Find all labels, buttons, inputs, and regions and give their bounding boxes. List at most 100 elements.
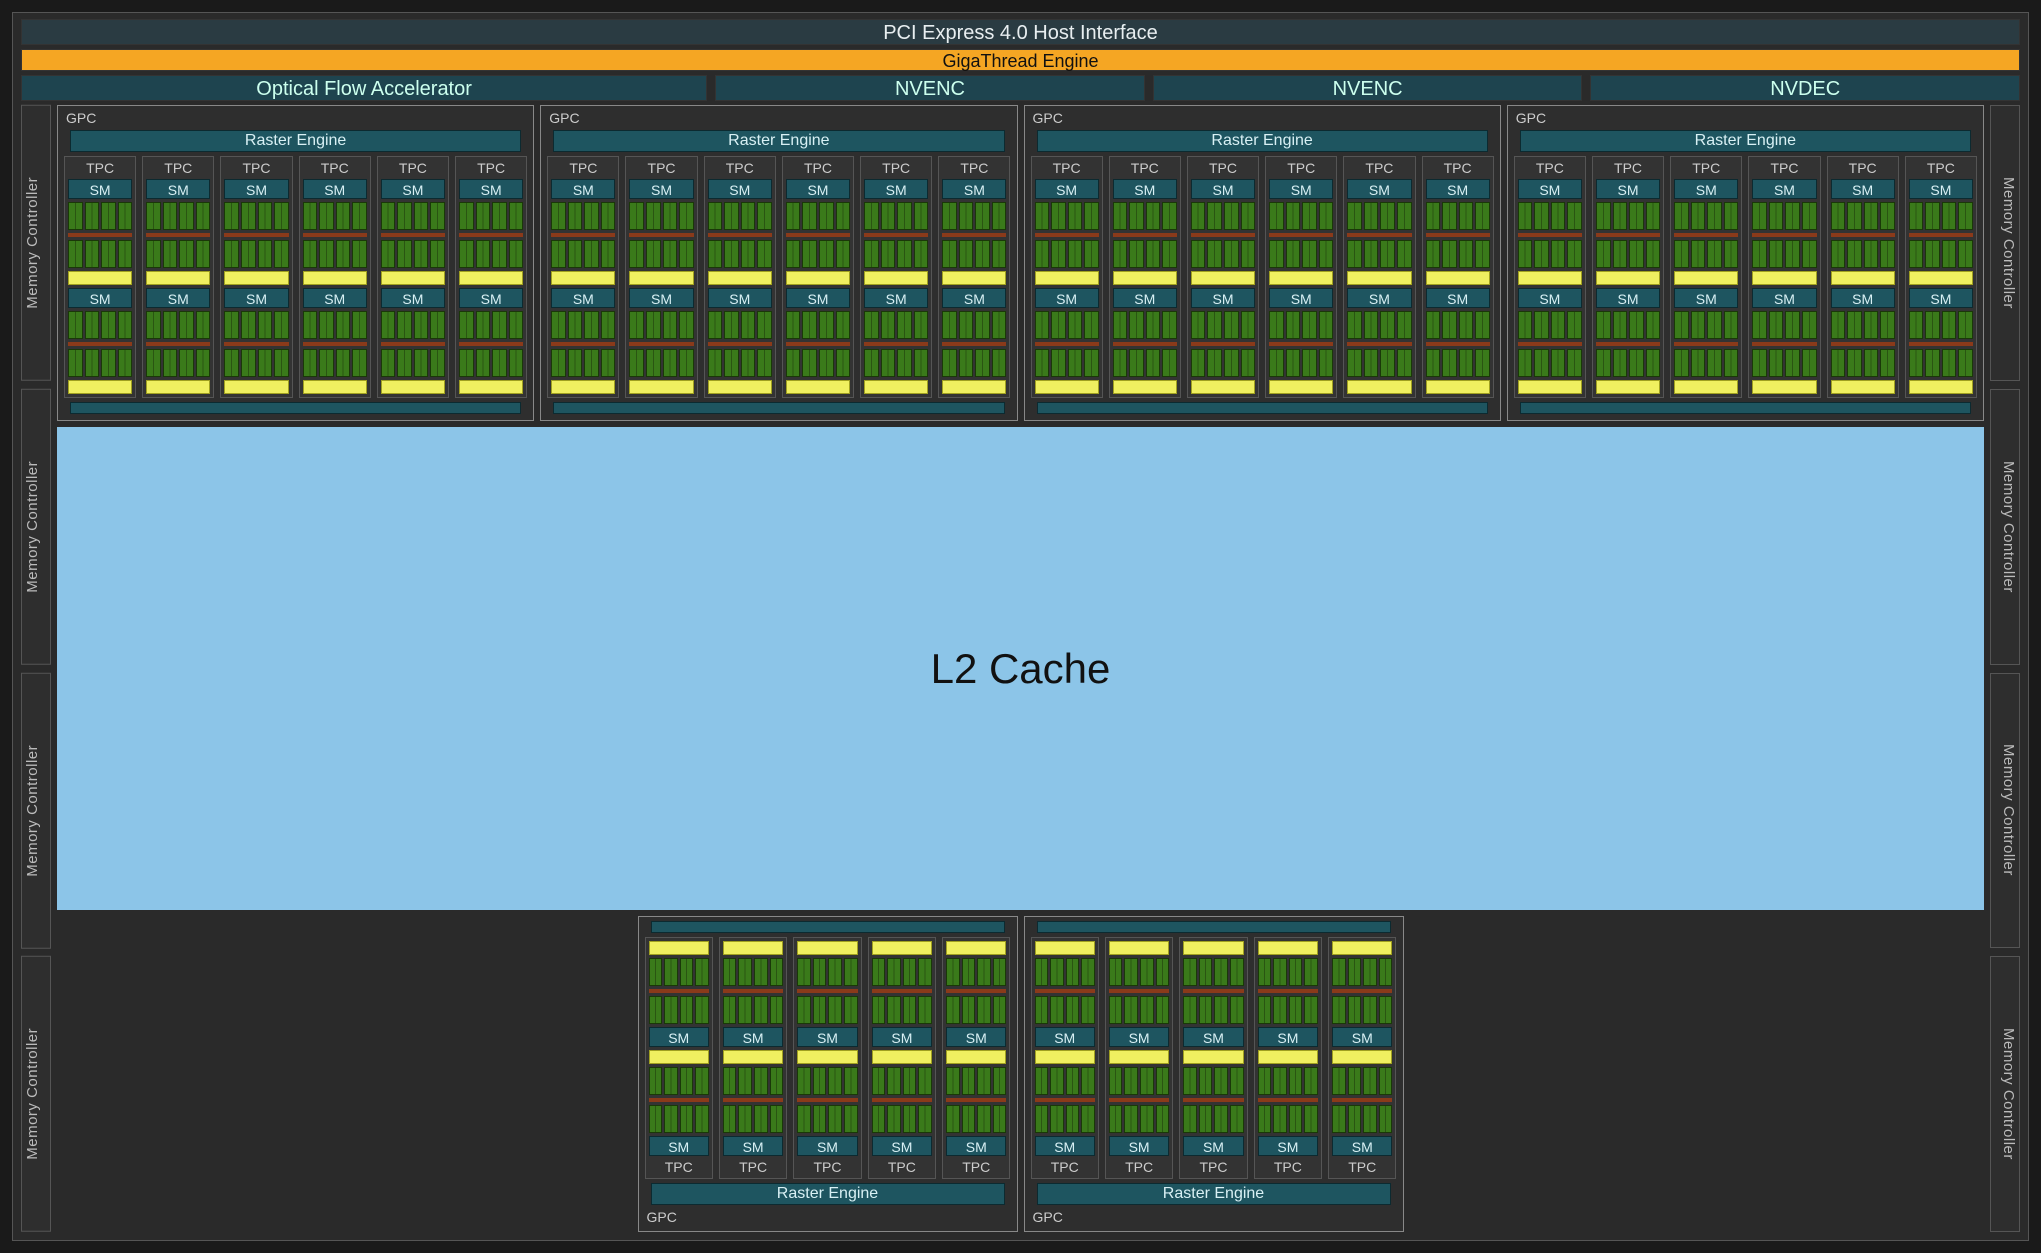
sm-label: SM — [786, 288, 850, 308]
sm-cuda-cores — [224, 349, 288, 377]
sm-tensor-core-strip — [864, 342, 928, 346]
memory-controller: Memory Controller — [1990, 956, 2020, 1232]
sm-tensor-core-strip — [872, 989, 932, 993]
tpc-label: TPC — [1258, 1159, 1318, 1175]
gpc-label: GPC — [1516, 110, 1977, 126]
sm-cuda-cores — [1332, 1067, 1392, 1095]
sm-rt-core — [708, 271, 772, 285]
sm-label: SM — [1035, 1027, 1095, 1047]
sm-cuda-cores — [629, 349, 693, 377]
sm-cuda-cores — [1831, 202, 1895, 230]
sm-tensor-core-strip — [224, 233, 288, 237]
sm-label: SM — [1191, 179, 1255, 199]
sm-tensor-core-strip — [797, 989, 857, 993]
raster-engine: Raster Engine — [553, 130, 1004, 152]
sm-cuda-cores — [1258, 1105, 1318, 1133]
sm-label: SM — [1752, 288, 1816, 308]
tpc-label: TPC — [146, 160, 210, 176]
tpc-label: TPC — [459, 160, 523, 176]
sm-tensor-core-strip — [303, 342, 367, 346]
sm-cuda-cores — [872, 996, 932, 1024]
sm-tensor-core-strip — [1183, 989, 1243, 993]
sm-cuda-cores — [942, 202, 1006, 230]
sm-label: SM — [1269, 288, 1333, 308]
sm-label: SM — [786, 179, 850, 199]
sm-tensor-core-strip — [1518, 342, 1582, 346]
sm-cuda-cores — [1752, 349, 1816, 377]
tpc-label: TPC — [1596, 160, 1660, 176]
sm-cuda-cores — [1752, 311, 1816, 339]
sm-rt-core — [629, 380, 693, 394]
sm-cuda-cores — [1426, 349, 1490, 377]
tpc-block: TPCSMSM — [704, 156, 776, 398]
memory-controller: Memory Controller — [1990, 105, 2020, 381]
sm-rt-core — [1258, 1050, 1318, 1064]
sm-label: SM — [146, 179, 210, 199]
sm-cuda-cores — [1347, 202, 1411, 230]
sm-label: SM — [224, 288, 288, 308]
sm-rt-core — [68, 271, 132, 285]
sm-rt-core — [649, 941, 709, 955]
sm-cuda-cores — [1596, 240, 1660, 268]
sm-rt-core — [872, 941, 932, 955]
sm-tensor-core-strip — [864, 233, 928, 237]
sm-label: SM — [1518, 288, 1582, 308]
sm-tensor-core-strip — [1035, 233, 1099, 237]
sm-cuda-cores — [459, 202, 523, 230]
tpc-block: SMSMTPC — [942, 937, 1010, 1179]
sm-cuda-cores — [946, 958, 1006, 986]
sm-label: SM — [872, 1027, 932, 1047]
sm-rt-core — [1332, 1050, 1392, 1064]
gpc-row-top: GPCRaster EngineTPCSMSMTPCSMSMTPCSMSMTPC… — [57, 105, 1984, 421]
sm-rt-core — [1035, 271, 1099, 285]
sm-rt-core — [551, 380, 615, 394]
sm-tensor-core-strip — [1596, 233, 1660, 237]
sm-cuda-cores — [723, 1067, 783, 1095]
sm-cuda-cores — [1332, 1105, 1392, 1133]
sm-cuda-cores — [708, 240, 772, 268]
sm-cuda-cores — [303, 240, 367, 268]
raster-engine: Raster Engine — [1037, 130, 1488, 152]
sm-label: SM — [708, 288, 772, 308]
sm-rt-core — [303, 271, 367, 285]
sm-tensor-core-strip — [381, 342, 445, 346]
sm-tensor-core-strip — [1109, 1098, 1169, 1102]
sm-tensor-core-strip — [1596, 342, 1660, 346]
sm-cuda-cores — [1518, 202, 1582, 230]
sm-label: SM — [551, 179, 615, 199]
tpc-block: TPCSMSM — [220, 156, 292, 398]
sm-cuda-cores — [1831, 311, 1895, 339]
sm-cuda-cores — [864, 349, 928, 377]
sm-cuda-cores — [786, 202, 850, 230]
sm-cuda-cores — [1035, 349, 1099, 377]
sm-rt-core — [786, 380, 850, 394]
tpc-block: SMSMTPC — [1179, 937, 1247, 1179]
sm-tensor-core-strip — [942, 233, 1006, 237]
tpc-block: TPCSMSM — [64, 156, 136, 398]
sm-rt-core — [224, 271, 288, 285]
sm-rt-core — [864, 271, 928, 285]
sm-label: SM — [1518, 179, 1582, 199]
sm-label: SM — [459, 288, 523, 308]
tpc-row: TPCSMSMTPCSMSMTPCSMSMTPCSMSMTPCSMSMTPCSM… — [64, 156, 527, 398]
sm-tensor-core-strip — [1332, 989, 1392, 993]
tpc-block: TPCSMSM — [1187, 156, 1259, 398]
sm-rt-core — [872, 1050, 932, 1064]
sm-rt-core — [1518, 271, 1582, 285]
sm-cuda-cores — [942, 240, 1006, 268]
sm-rt-core — [946, 941, 1006, 955]
tpc-block: TPCSMSM — [625, 156, 697, 398]
sm-tensor-core-strip — [1909, 233, 1973, 237]
sm-tensor-core-strip — [1109, 989, 1169, 993]
sm-cuda-cores — [303, 202, 367, 230]
sm-tensor-core-strip — [1035, 342, 1099, 346]
sm-cuda-cores — [68, 349, 132, 377]
sm-label: SM — [797, 1136, 857, 1156]
tpc-label: TPC — [942, 160, 1006, 176]
sm-rt-core — [708, 380, 772, 394]
sm-tensor-core-strip — [68, 342, 132, 346]
tpc-block: TPCSMSM — [547, 156, 619, 398]
tpc-label: TPC — [1909, 160, 1973, 176]
sm-tensor-core-strip — [1674, 342, 1738, 346]
sm-cuda-cores — [1191, 202, 1255, 230]
